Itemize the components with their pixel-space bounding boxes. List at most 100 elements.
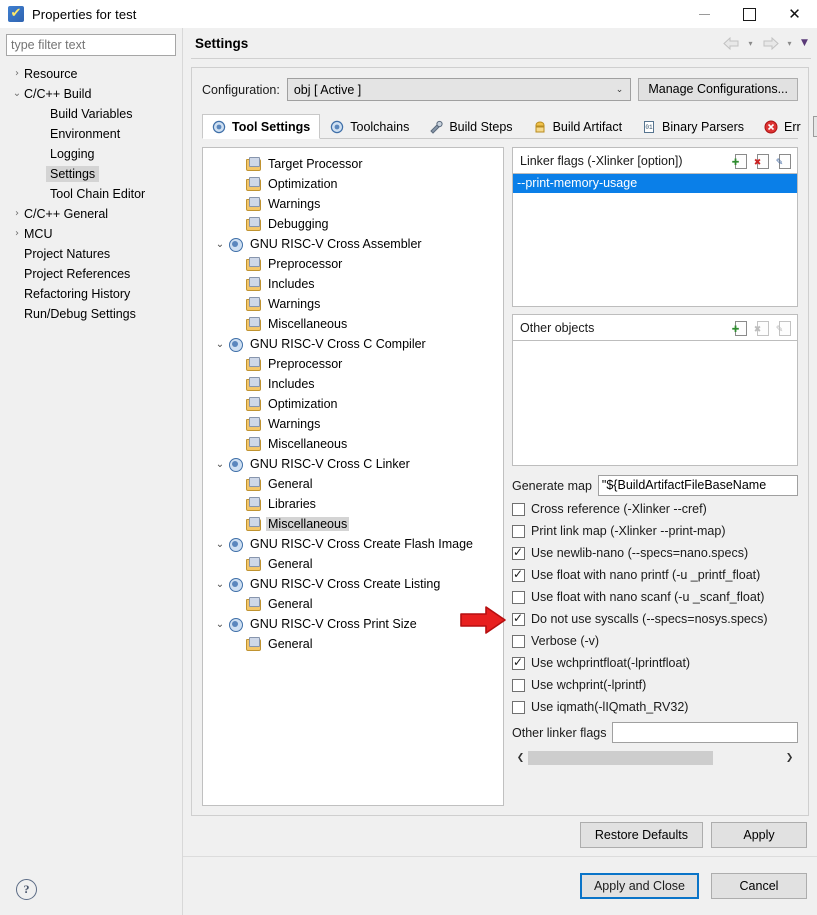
option-row[interactable]: Use wchprintfloat(-lprintfloat)	[512, 652, 798, 674]
filter-input[interactable]	[6, 34, 176, 56]
linker-flags-list[interactable]: --print-memory-usage	[513, 174, 797, 306]
tab-scroll-left-icon[interactable]: ◄	[812, 115, 817, 137]
chevron-right-icon[interactable]: ›	[10, 209, 24, 219]
option-row[interactable]: Use float with nano scanf (-u _scanf_flo…	[512, 586, 798, 608]
minimize-button[interactable]	[682, 0, 727, 28]
checkbox[interactable]	[512, 611, 525, 626]
checkbox[interactable]	[512, 678, 525, 692]
apply-and-close-button[interactable]: Apply and Close	[579, 873, 699, 899]
chevron-down-icon[interactable]: ⌄	[213, 459, 227, 470]
chevron-down-icon[interactable]: ⌄	[213, 579, 227, 590]
tool-tree-item[interactable]: Includes	[203, 374, 503, 394]
option-row[interactable]: Use wchprint(-lprintf)	[512, 674, 798, 696]
horizontal-scrollbar[interactable]: ❮ ❯	[512, 749, 798, 767]
delete-icon[interactable]: ✖	[753, 153, 769, 169]
tab-build-artifact[interactable]: Build Artifact	[523, 114, 632, 139]
view-menu-icon[interactable]: ▼	[798, 33, 811, 53]
scrollbar-thumb[interactable]	[528, 751, 714, 765]
tool-tree-item[interactable]: ⌄ GNU RISC-V Cross Print Size	[203, 614, 503, 634]
sidebar-item-c-c-build[interactable]: ⌄ C/C++ Build	[6, 84, 176, 104]
add-icon[interactable]: ✚	[731, 153, 747, 169]
option-row[interactable]: Use newlib-nano (--specs=nano.specs)	[512, 542, 798, 564]
checkbox[interactable]	[512, 545, 525, 560]
option-row[interactable]: Print link map (-Xlinker --print-map)	[512, 520, 798, 542]
tool-tree-item[interactable]: Miscellaneous	[203, 314, 503, 334]
checkbox[interactable]	[512, 567, 525, 582]
tool-tree-item[interactable]: General	[203, 474, 503, 494]
sidebar-item-logging[interactable]: Logging	[6, 144, 176, 164]
cancel-button[interactable]: Cancel	[711, 873, 807, 899]
tool-tree-item[interactable]: ⌄ GNU RISC-V Cross C Linker	[203, 454, 503, 474]
option-row[interactable]: Use iqmath(-lIQmath_RV32)	[512, 696, 798, 718]
tab-build-steps[interactable]: Build Steps	[419, 114, 522, 139]
tool-tree-item[interactable]: Optimization	[203, 174, 503, 194]
checkbox[interactable]	[512, 524, 525, 538]
forward-arrow-icon[interactable]	[759, 33, 781, 53]
tab-toolchains[interactable]: Toolchains	[320, 114, 419, 139]
chevron-right-icon[interactable]: ›	[10, 229, 24, 239]
tool-tree-item[interactable]: ⌄ GNU RISC-V Cross Create Listing	[203, 574, 503, 594]
tab-binary-parsers[interactable]: 01 Binary Parsers	[632, 114, 754, 139]
sidebar-item-resource[interactable]: › Resource	[6, 64, 176, 84]
add-icon[interactable]: ✚	[731, 320, 747, 336]
tool-tree-item[interactable]: General	[203, 554, 503, 574]
tool-tree-item[interactable]: Target Processor	[203, 154, 503, 174]
option-row[interactable]: Cross reference (-Xlinker --cref)	[512, 498, 798, 520]
maximize-button[interactable]	[727, 0, 772, 28]
tool-tree-item[interactable]: Preprocessor	[203, 254, 503, 274]
forward-dropdown-icon[interactable]: ▾	[783, 33, 796, 53]
chevron-down-icon[interactable]: ⌄	[213, 619, 227, 630]
chevron-down-icon[interactable]: ⌄	[10, 89, 24, 99]
scroll-left-icon[interactable]: ❮	[513, 750, 528, 766]
checkbox[interactable]	[512, 634, 525, 648]
sidebar-item-mcu[interactable]: › MCU	[6, 224, 176, 244]
sidebar-item-project-references[interactable]: Project References	[6, 264, 176, 284]
other-objects-list[interactable]	[513, 341, 797, 465]
tool-tree-item[interactable]: Miscellaneous	[203, 514, 503, 534]
tool-tree-item[interactable]: Warnings	[203, 294, 503, 314]
tool-tree-item[interactable]: Warnings	[203, 414, 503, 434]
help-icon[interactable]: ?	[16, 878, 37, 900]
option-row[interactable]: Do not use syscalls (--specs=nosys.specs…	[512, 608, 798, 630]
scroll-right-icon[interactable]: ❯	[782, 750, 797, 766]
tool-settings-tree[interactable]: Target Processor Optimization Warnings Debu…	[202, 147, 504, 806]
tool-tree-item[interactable]: Warnings	[203, 194, 503, 214]
generate-map-input[interactable]: "${BuildArtifactFileBaseName	[597, 475, 798, 496]
restore-defaults-button[interactable]: Restore Defaults	[579, 822, 703, 848]
close-button[interactable]: ✕	[772, 0, 817, 28]
tool-tree-item[interactable]: Debugging	[203, 214, 503, 234]
apply-button[interactable]: Apply	[711, 822, 807, 848]
tool-tree-item[interactable]: Optimization	[203, 394, 503, 414]
sidebar-item-tool-chain-editor[interactable]: Tool Chain Editor	[6, 184, 176, 204]
tool-tree-item[interactable]: ⌄ GNU RISC-V Cross C Compiler	[203, 334, 503, 354]
scrollbar-track[interactable]	[528, 751, 782, 765]
option-row[interactable]: Use float with nano printf (-u _printf_f…	[512, 564, 798, 586]
back-dropdown-icon[interactable]: ▾	[744, 33, 757, 53]
sidebar-item-settings[interactable]: Settings	[6, 164, 176, 184]
manage-configurations-button[interactable]: Manage Configurations...	[638, 78, 798, 101]
sidebar-item-project-natures[interactable]: Project Natures	[6, 244, 176, 264]
checkbox[interactable]	[512, 502, 525, 516]
back-arrow-icon[interactable]	[720, 33, 742, 53]
sidebar-item-build-variables[interactable]: Build Variables	[6, 104, 176, 124]
checkbox[interactable]	[512, 700, 525, 714]
chevron-down-icon[interactable]: ⌄	[213, 339, 227, 350]
checkbox[interactable]	[512, 655, 525, 670]
tool-tree-item[interactable]: ⌄ GNU RISC-V Cross Create Flash Image	[203, 534, 503, 554]
sidebar-item-run-debug-settings[interactable]: Run/Debug Settings	[6, 304, 176, 324]
tab-tool-settings[interactable]: Tool Settings	[202, 114, 321, 139]
configuration-select[interactable]: obj [ Active ] ⌄	[286, 78, 632, 101]
sidebar-item-refactoring-history[interactable]: Refactoring History	[6, 284, 176, 304]
tool-tree-item[interactable]: Includes	[203, 274, 503, 294]
tool-tree-item[interactable]: Miscellaneous	[203, 434, 503, 454]
tool-tree-item[interactable]: Preprocessor	[203, 354, 503, 374]
option-row[interactable]: Verbose (-v)	[512, 630, 798, 652]
edit-icon[interactable]: ✎	[775, 153, 791, 169]
sidebar-item-environment[interactable]: Environment	[6, 124, 176, 144]
sidebar-item-c-c-general[interactable]: › C/C++ General	[6, 204, 176, 224]
tool-tree-item[interactable]: General	[203, 594, 503, 614]
chevron-down-icon[interactable]: ⌄	[213, 539, 227, 550]
tab-err[interactable]: Err	[754, 114, 811, 139]
chevron-down-icon[interactable]: ⌄	[213, 239, 227, 250]
other-linker-flags-input[interactable]	[612, 722, 798, 743]
